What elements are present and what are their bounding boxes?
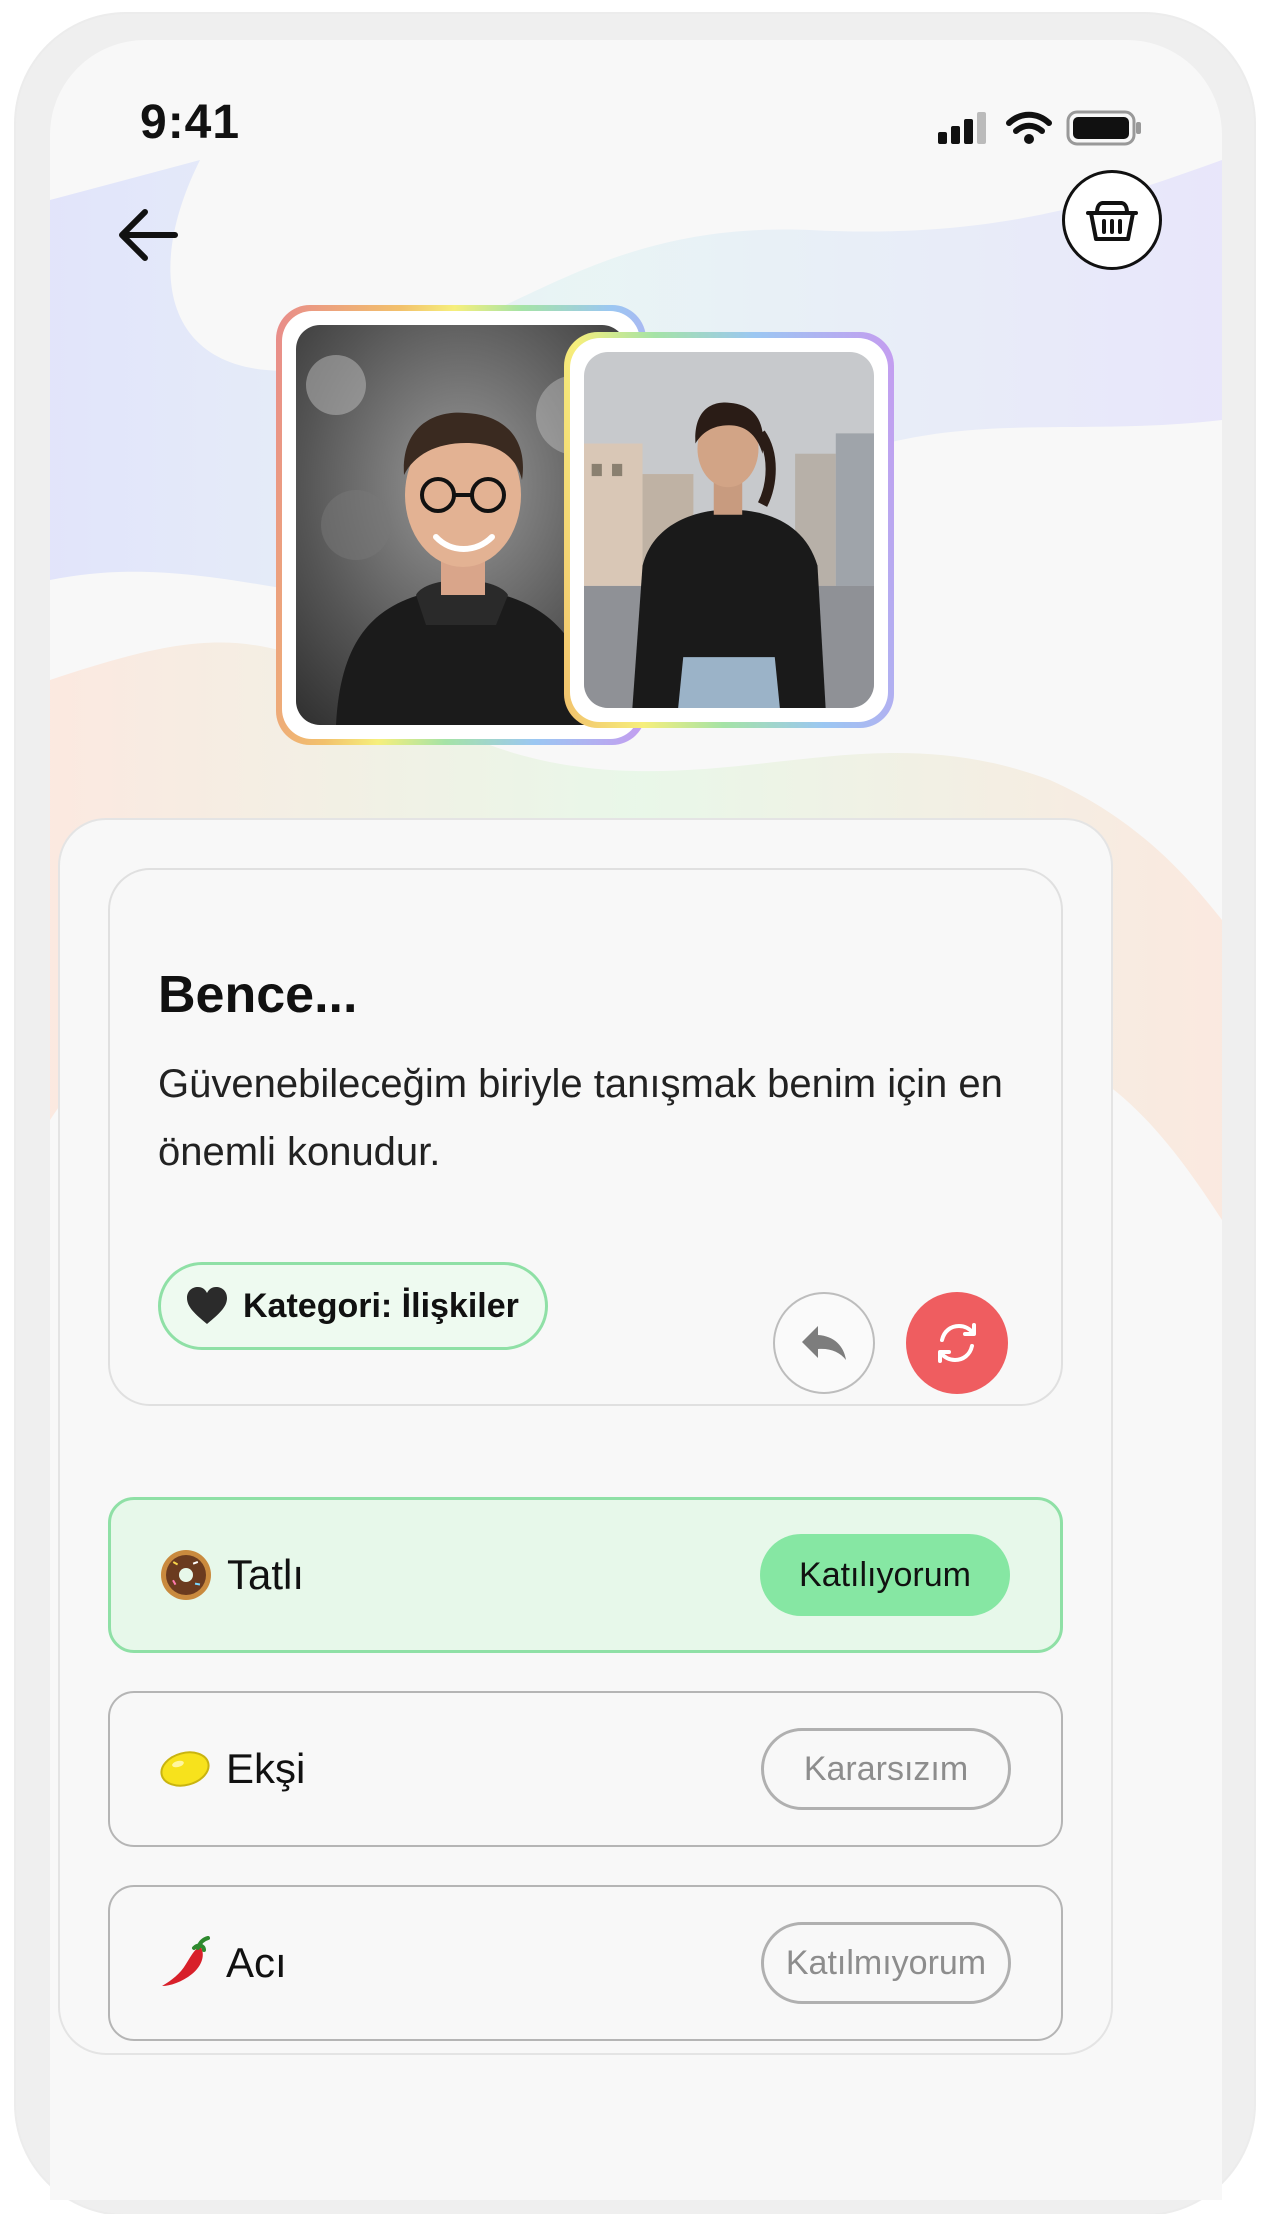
- category-badge[interactable]: Kategori: İlişkiler: [158, 1262, 548, 1350]
- undecided-badge: Kararsızım: [761, 1728, 1011, 1810]
- option-spicy[interactable]: Acı Katılmıyorum: [108, 1885, 1063, 2041]
- refresh-icon: [938, 1323, 976, 1363]
- option-sweet-label: Tatlı: [227, 1551, 305, 1598]
- chili-pepper-icon: [162, 1936, 210, 1986]
- status-icons: [938, 110, 1142, 146]
- disagree-badge: Katılmıyorum: [761, 1922, 1011, 2004]
- female-portrait-image: [584, 352, 874, 708]
- profile-photo-female: [564, 332, 894, 728]
- option-sour[interactable]: Ekşi Kararsızım: [108, 1691, 1063, 1847]
- option-sour-label: Ekşi: [226, 1745, 306, 1792]
- reply-arrow-icon: [802, 1326, 846, 1360]
- battery-icon: [1066, 110, 1141, 146]
- category-label: Kategori: İlişkiler: [243, 1286, 519, 1325]
- option-spicy-label: Acı: [226, 1939, 287, 1986]
- option-sweet[interactable]: Tatlı Katılıyorum: [108, 1497, 1063, 1653]
- share-button[interactable]: [773, 1292, 875, 1394]
- donut-icon: [161, 1550, 211, 1600]
- status-time: 9:41: [140, 96, 241, 149]
- cellular-signal-icon: [938, 112, 986, 144]
- back-arrow-icon[interactable]: [105, 190, 195, 280]
- heart-icon: [187, 1287, 227, 1324]
- basket-icon: [1086, 201, 1138, 241]
- statement-text: Güvenebileceğim biriyle tanışmak benim i…: [158, 1062, 1003, 1174]
- agree-badge: Katılıyorum: [760, 1534, 1010, 1616]
- basket-button[interactable]: [1062, 170, 1162, 270]
- statement-title: Bence...: [158, 966, 358, 1024]
- lemon-icon: [160, 1751, 210, 1787]
- refresh-button[interactable]: [906, 1292, 1008, 1394]
- wifi-icon: [1006, 111, 1052, 144]
